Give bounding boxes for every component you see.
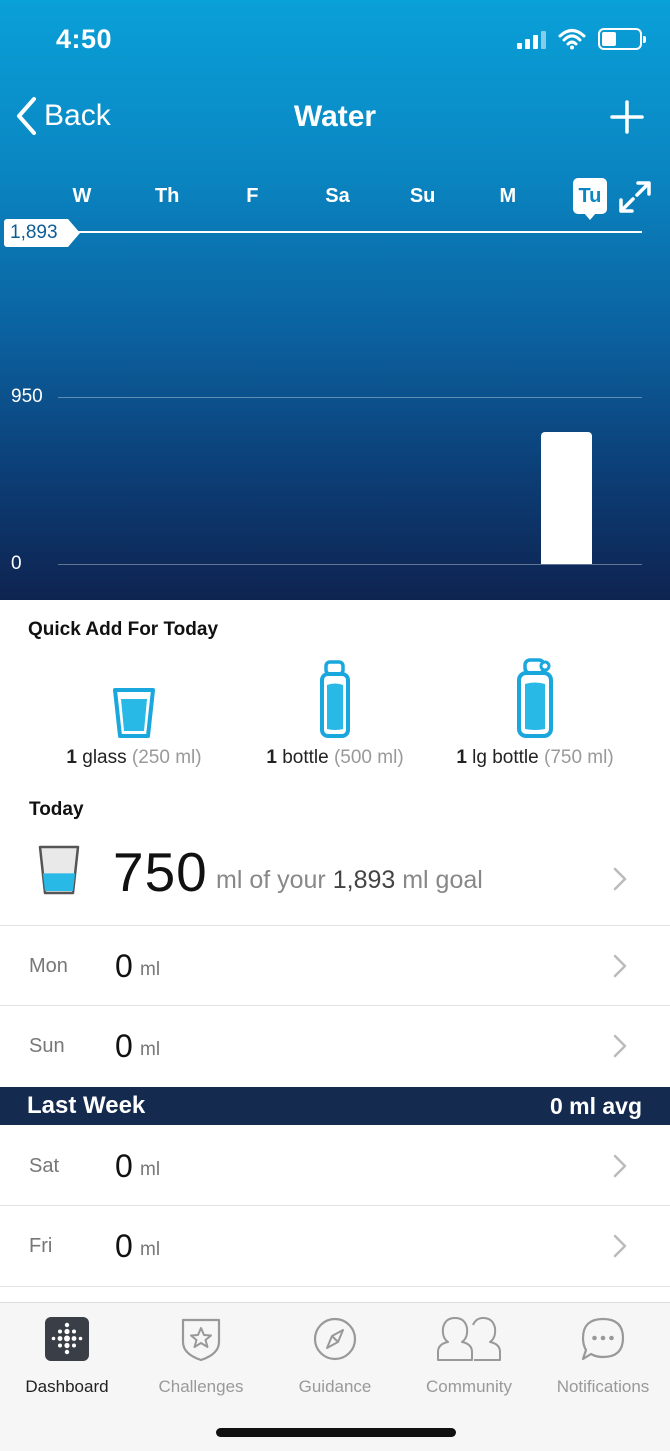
tab-guidance[interactable]: Guidance [268, 1315, 402, 1397]
qa-amount: (500 ml) [333, 747, 404, 768]
chevron-left-icon [17, 97, 36, 135]
bottle-icon [320, 660, 350, 738]
today-description: ml of your 1,893 ml goal [216, 866, 483, 895]
community-icon [437, 1317, 501, 1361]
battery-icon [598, 28, 646, 50]
tab-label: Guidance [298, 1377, 372, 1396]
day-tab[interactable]: Th [147, 176, 187, 216]
add-button[interactable] [610, 100, 644, 139]
day-name: Fri [29, 1235, 53, 1257]
day-tab[interactable]: Sa [317, 176, 357, 216]
tab-label: Dashboard [25, 1377, 109, 1396]
back-button[interactable]: Back [14, 96, 111, 136]
glass-icon [113, 688, 155, 738]
water-chart-header: 4:50 Back Water W Th F Sa Su M Tu 1,893 950 [0, 0, 670, 600]
day-unit: ml [140, 1159, 161, 1180]
day-value: 0 [115, 1148, 133, 1184]
challenges-icon [181, 1318, 221, 1362]
today-goal: 1,893 [332, 866, 396, 894]
qa-name: lg bottle [472, 747, 539, 768]
day-value: 0 [115, 1028, 133, 1064]
gridline-mid [58, 397, 642, 398]
dashboard-icon [45, 1317, 89, 1361]
day-name: Sun [29, 1035, 65, 1057]
tab-label: Community [426, 1377, 512, 1396]
chevron-right-icon [613, 1154, 627, 1178]
day-row-mon[interactable]: Mon 0 ml [0, 926, 670, 1006]
large-bottle-icon [517, 658, 553, 738]
divider [0, 1286, 670, 1287]
day-row-sun[interactable]: Sun 0 ml [0, 1006, 670, 1086]
status-time: 4:50 [56, 24, 113, 54]
goal-line [60, 231, 642, 233]
day-value: 0 [115, 948, 133, 984]
today-text-pre: ml of your [216, 866, 326, 894]
back-label: Back [44, 99, 111, 132]
day-tab[interactable]: W [62, 176, 102, 216]
today-row[interactable]: 750 ml of your 1,893 ml goal [0, 836, 670, 924]
gridline-zero [58, 564, 642, 565]
signal-icon [517, 29, 546, 49]
day-value: 0 [115, 1228, 133, 1264]
day-row-sat[interactable]: Sat 0 ml [0, 1126, 670, 1206]
day-name: Sat [29, 1155, 60, 1177]
chevron-right-icon [613, 867, 627, 891]
day-row-fri[interactable]: Fri 0 ml [0, 1206, 670, 1286]
status-icons [517, 28, 646, 50]
ytick-label: 0 [11, 553, 22, 574]
tab-community[interactable]: Community [402, 1315, 536, 1397]
day-unit: ml [140, 1039, 161, 1060]
quick-add-title: Quick Add For Today [28, 619, 219, 640]
qa-qty: 1 [266, 747, 277, 768]
tab-label: Challenges [158, 1377, 244, 1396]
qa-qty: 1 [456, 747, 467, 768]
last-week-header: Last Week 0 ml avg [0, 1087, 670, 1125]
compass-icon [313, 1317, 357, 1361]
today-amount: 750 [113, 841, 208, 903]
tab-challenges[interactable]: Challenges [134, 1315, 268, 1397]
expand-icon [619, 181, 651, 213]
expand-button[interactable] [618, 180, 652, 219]
day-tab[interactable]: Su [403, 176, 443, 216]
chart-bar [541, 432, 592, 564]
quick-add-glass-button[interactable]: 1 glass (250 ml) [34, 655, 234, 769]
plus-icon [610, 100, 644, 134]
wifi-icon [558, 29, 586, 50]
last-week-avg: 0 ml avg [549, 1093, 642, 1119]
quick-add-lg-bottle-button[interactable]: 1 lg bottle (750 ml) [435, 655, 635, 769]
day-unit: ml [140, 1239, 161, 1260]
qa-amount: (750 ml) [544, 747, 614, 768]
today-text-post: ml goal [402, 866, 483, 894]
notifications-icon [581, 1317, 625, 1361]
home-indicator [216, 1428, 456, 1437]
chevron-right-icon [613, 1234, 627, 1258]
day-unit: ml [140, 959, 161, 980]
week-day-selector: W Th F Sa Su M Tu [62, 176, 607, 220]
qa-amount: (250 ml) [131, 747, 202, 768]
goal-tag: 1,893 [4, 219, 80, 247]
tab-label: Notifications [556, 1377, 650, 1396]
day-tab[interactable]: F [232, 176, 272, 216]
tab-dashboard[interactable]: Dashboard [0, 1315, 134, 1397]
today-title: Today [29, 799, 84, 820]
qa-qty: 1 [66, 747, 77, 768]
quick-add-bottle-button[interactable]: 1 bottle (500 ml) [235, 655, 435, 769]
day-tab[interactable]: M [488, 176, 528, 216]
day-tab[interactable]: Tu [572, 178, 607, 220]
qa-name: glass [82, 747, 127, 768]
day-name: Mon [29, 955, 68, 977]
ytick-label: 950 [11, 386, 43, 407]
qa-name: bottle [282, 747, 329, 768]
water-cup-icon [38, 845, 80, 895]
chevron-right-icon [613, 1034, 627, 1058]
chevron-right-icon [613, 954, 627, 978]
tab-notifications[interactable]: Notifications [536, 1315, 670, 1397]
last-week-title: Last Week [27, 1092, 146, 1119]
